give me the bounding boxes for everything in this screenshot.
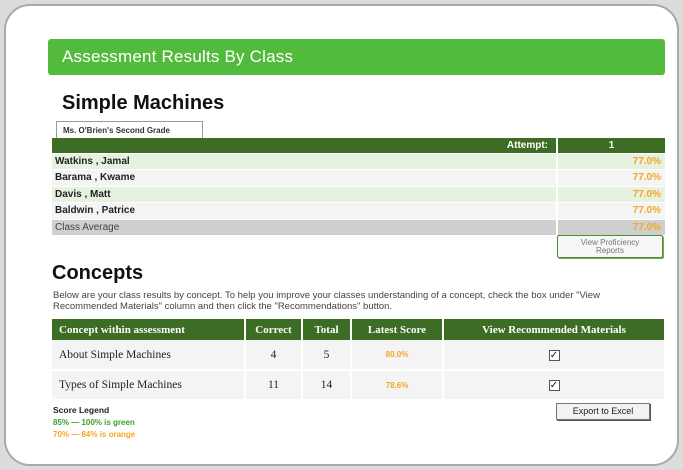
table-row: About Simple Machines 4 5 80.0% ✓	[52, 340, 664, 371]
student-results-table: Attempt: 1 Watkins , Jamal 77.0% Barama …	[52, 138, 665, 236]
button-label-line2: Reports	[595, 246, 624, 255]
column-header-total: Total	[302, 319, 352, 340]
student-name: Baldwin , Patrice	[52, 202, 557, 220]
attempt-label: Attempt:	[52, 138, 557, 154]
column-header-recommended: View Recommended Materials	[443, 319, 664, 340]
student-name: Barama , Kwame	[52, 169, 557, 187]
table-row: Davis , Matt 77.0%	[52, 186, 665, 203]
student-name: Davis , Matt	[52, 186, 557, 203]
recommended-checkbox[interactable]: ✓	[548, 380, 560, 391]
table-row: Barama , Kwame 77.0%	[52, 169, 665, 187]
student-score: 77.0%	[556, 169, 665, 187]
class-average-label: Class Average	[52, 219, 557, 236]
concept-correct: 11	[245, 370, 303, 401]
results-header-bar: Assessment Results By Class	[48, 39, 665, 75]
content-panel: Assessment Results By Class Simple Machi…	[4, 4, 679, 466]
concept-latest-score: 80.0%	[351, 340, 444, 371]
concepts-description: Below are your class results by concept.…	[53, 290, 600, 312]
page-title: Assessment Results By Class	[62, 47, 294, 66]
score-legend-title: Score Legend	[53, 405, 110, 415]
recommended-cell: ✓	[443, 340, 664, 371]
view-proficiency-reports-button[interactable]: View Proficiency Reports	[557, 235, 663, 258]
column-header-correct: Correct	[245, 319, 303, 340]
class-average-score: 77.0%	[556, 219, 665, 236]
table-row: Watkins , Jamal 77.0%	[52, 153, 665, 170]
table-row: Types of Simple Machines 11 14 78.6% ✓	[52, 370, 664, 401]
concept-latest-score: 78.6%	[351, 370, 444, 401]
tab-class[interactable]: Ms. O'Brien's Second Grade	[56, 121, 203, 139]
attempt-number: 1	[556, 138, 665, 154]
export-to-excel-button[interactable]: Export to Excel	[556, 403, 650, 420]
concepts-table: Concept within assessment Correct Total …	[52, 319, 664, 401]
concept-name: About Simple Machines	[52, 340, 246, 371]
attempt-header-row: Attempt: 1	[52, 138, 665, 154]
concept-total: 14	[302, 370, 352, 401]
score-legend-orange: 70% — 84% is orange	[53, 430, 136, 439]
student-score: 77.0%	[556, 153, 665, 170]
concept-total: 5	[302, 340, 352, 371]
concepts-heading: Concepts	[52, 262, 144, 284]
concepts-header-row: Concept within assessment Correct Total …	[52, 319, 664, 340]
recommended-checkbox[interactable]: ✓	[548, 349, 560, 361]
assessment-title: Simple Machines	[62, 92, 225, 114]
concept-correct: 4	[245, 340, 303, 371]
student-score: 77.0%	[556, 186, 665, 203]
column-header-latest-score: Latest Score	[351, 319, 444, 340]
student-score: 77.0%	[556, 202, 665, 220]
student-name: Watkins , Jamal	[52, 153, 557, 170]
concept-name: Types of Simple Machines	[52, 370, 246, 401]
column-header-concept: Concept within assessment	[52, 319, 246, 340]
score-legend-green: 85% — 100% is green	[53, 418, 135, 427]
recommended-cell: ✓	[443, 370, 664, 401]
class-average-row: Class Average 77.0%	[52, 219, 665, 236]
table-row: Baldwin , Patrice 77.0%	[52, 202, 665, 220]
